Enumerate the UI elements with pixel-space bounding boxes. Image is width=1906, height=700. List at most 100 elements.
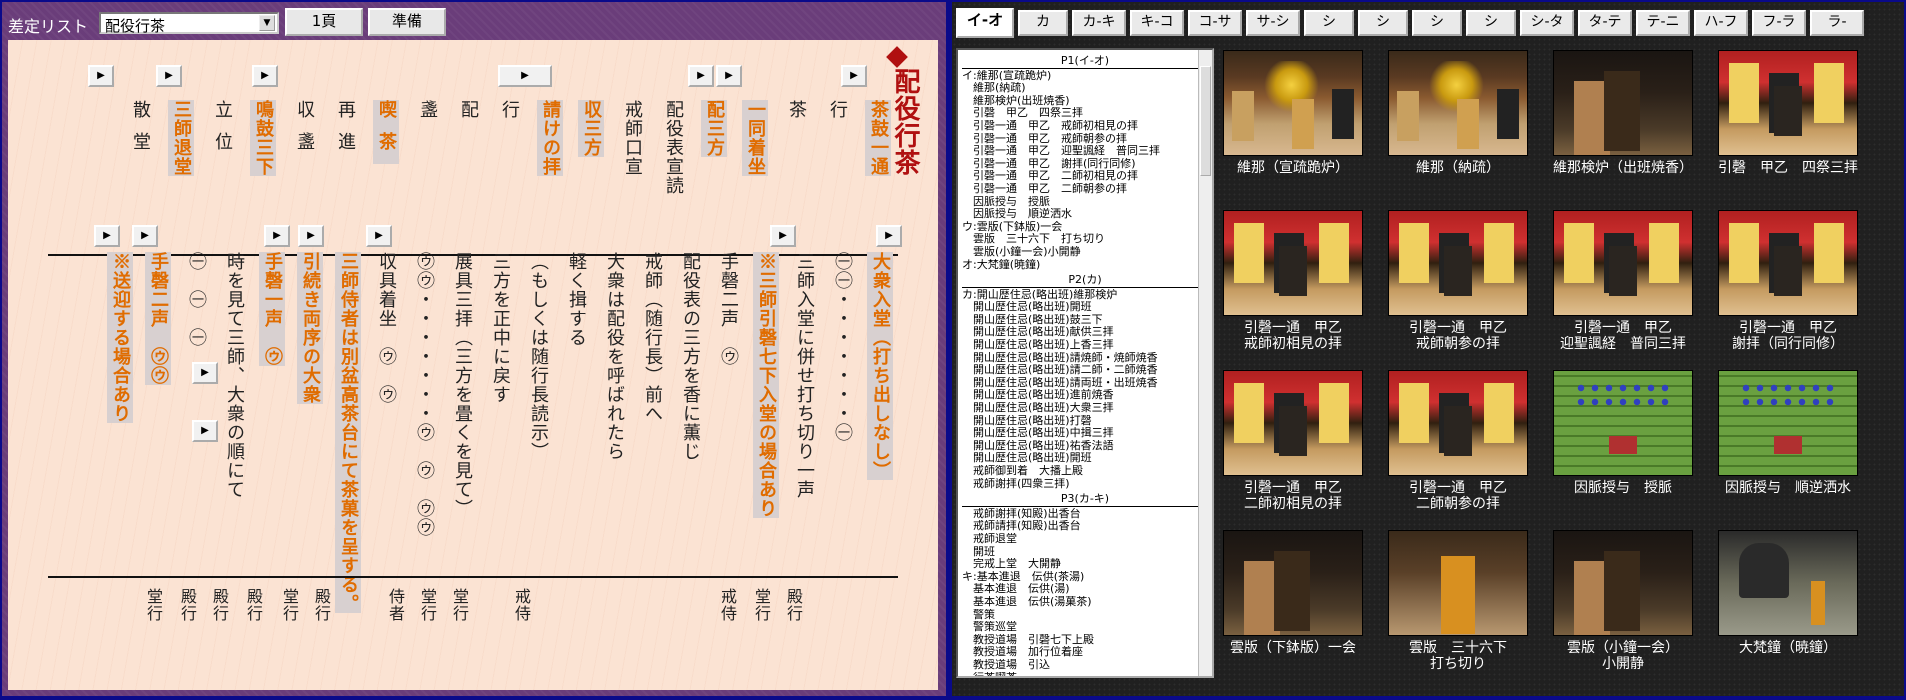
toc-item[interactable]: 開山歴住忌(略出班)請焼師・焼師焼香 bbox=[962, 352, 1208, 365]
toc-item[interactable]: 教授道場 引磬七下上殿 bbox=[962, 634, 1208, 647]
toc-item[interactable]: 警策 bbox=[962, 609, 1208, 622]
toc-item[interactable]: 開山歴住忌(略出班)進前焼香 bbox=[962, 389, 1208, 402]
video-thumbnail[interactable]: 引磬一通 甲乙 戒師初相見の拝 bbox=[1218, 210, 1368, 352]
tab-2[interactable]: カ bbox=[1018, 10, 1068, 36]
toc-item[interactable]: 戒師請拝(知殿)出香台 bbox=[962, 520, 1208, 533]
thumbnail-image[interactable] bbox=[1223, 50, 1363, 156]
toc-item[interactable]: 完戒上堂 大開静 bbox=[962, 558, 1208, 571]
play-button[interactable]: ▶ bbox=[688, 65, 714, 87]
toc-item[interactable]: 引磬一通 甲乙 迎聖諷経 普同三拝 bbox=[962, 145, 1208, 158]
thumbnail-image[interactable] bbox=[1718, 50, 1858, 156]
toc-item[interactable]: 警策巡堂 bbox=[962, 621, 1208, 634]
tab-7[interactable]: シ bbox=[1304, 10, 1354, 36]
play-button[interactable]: ▶ bbox=[770, 225, 796, 247]
play-button[interactable]: ▶ bbox=[88, 65, 114, 87]
play-button[interactable]: ▶ bbox=[716, 65, 742, 87]
toc-item[interactable]: 引磬一通 甲乙 戒師初相見の拝 bbox=[962, 120, 1208, 133]
toc-item[interactable]: 戒師謝拝(四衆三拝) bbox=[962, 478, 1208, 491]
tab-5[interactable]: コ-サ bbox=[1188, 10, 1242, 36]
chevron-down-icon[interactable]: ▼ bbox=[259, 15, 275, 31]
toc-item[interactable]: 戒師退堂 bbox=[962, 533, 1208, 546]
play-button[interactable]: ▶ bbox=[192, 362, 218, 384]
toc-item[interactable]: 因脈授与 授脈 bbox=[962, 196, 1208, 209]
play-button[interactable]: ▶ bbox=[156, 65, 182, 87]
tab-4[interactable]: キ-コ bbox=[1130, 10, 1184, 36]
play-button[interactable]: ▶ bbox=[498, 65, 552, 87]
video-thumbnail[interactable]: 引磬一通 甲乙 謝拝（同行同修） bbox=[1713, 210, 1863, 352]
page-button[interactable]: 1頁 bbox=[285, 8, 363, 36]
video-thumbnail[interactable]: 因脈授与 順逆洒水 bbox=[1713, 370, 1863, 496]
thumbnail-image[interactable] bbox=[1553, 210, 1693, 316]
tab-1[interactable]: イ-オ bbox=[956, 8, 1014, 38]
thumbnail-image[interactable] bbox=[1553, 50, 1693, 156]
tab-15[interactable]: フ-ラ bbox=[1752, 10, 1806, 36]
toc-item[interactable]: 開山歴住忌(略出班)開班 bbox=[962, 301, 1208, 314]
toc-item[interactable]: 教授道場 加行位着座 bbox=[962, 646, 1208, 659]
toc-item[interactable]: 開山歴住忌(略出班)祐香法語 bbox=[962, 440, 1208, 453]
video-thumbnail[interactable]: 雲版（下鉢版）一会 bbox=[1218, 530, 1368, 656]
play-button[interactable]: ▶ bbox=[366, 225, 392, 247]
tab-14[interactable]: ハ-フ bbox=[1694, 10, 1748, 36]
play-button[interactable]: ▶ bbox=[264, 225, 290, 247]
video-thumbnail[interactable]: 維那（納疏） bbox=[1383, 50, 1533, 176]
toc-item[interactable]: 基本進退 伝供(湯菓茶) bbox=[962, 596, 1208, 609]
thumbnail-image[interactable] bbox=[1553, 370, 1693, 476]
video-thumbnail[interactable]: 引磬一通 甲乙 二師初相見の拝 bbox=[1218, 370, 1368, 512]
thumbnail-image[interactable] bbox=[1388, 530, 1528, 636]
tab-3[interactable]: カ-キ bbox=[1072, 10, 1126, 36]
toc-item[interactable]: 因脈授与 順逆洒水 bbox=[962, 208, 1208, 221]
toc-item[interactable]: ウ:雲版(下鉢版)一会 bbox=[962, 221, 1208, 234]
toc-item[interactable]: 維那(納疏) bbox=[962, 82, 1208, 95]
toc-item[interactable]: 開山歴住忌(略出班)開班 bbox=[962, 452, 1208, 465]
toc-scrollbar[interactable] bbox=[1198, 50, 1212, 676]
play-button[interactable]: ▶ bbox=[132, 225, 158, 247]
toc-item[interactable]: 引磬一通 甲乙 謝拝(同行同修) bbox=[962, 158, 1208, 171]
thumbnail-image[interactable] bbox=[1718, 210, 1858, 316]
tab-12[interactable]: タ-テ bbox=[1578, 10, 1632, 36]
video-thumbnail[interactable]: 引磬一通 甲乙 戒師朝参の拝 bbox=[1383, 210, 1533, 352]
play-button[interactable]: ▶ bbox=[841, 65, 867, 87]
toc-item[interactable]: カ:開山歴住忌(略出班)維那検炉 bbox=[962, 289, 1208, 302]
play-button[interactable]: ▶ bbox=[252, 65, 278, 87]
toc-item[interactable]: 教授道場 引込 bbox=[962, 659, 1208, 672]
toc-item[interactable]: 雲版(小鐘一会)小開静 bbox=[962, 246, 1208, 259]
toc-item[interactable]: 開山歴住忌(略出班)献供三拝 bbox=[962, 326, 1208, 339]
toc-item[interactable]: オ:大梵鐘(暁鐘) bbox=[962, 259, 1208, 272]
video-thumbnail[interactable]: 引磬 甲乙 四祭三拝 bbox=[1713, 50, 1863, 176]
toc-item[interactable]: 戒師御到着 大播上殿 bbox=[962, 465, 1208, 478]
prep-button[interactable]: 準備 bbox=[368, 8, 446, 36]
video-thumbnail[interactable]: 引磬一通 甲乙 迎聖諷経 普同三拝 bbox=[1548, 210, 1698, 352]
video-thumbnail[interactable]: 引磬一通 甲乙 二師朝参の拝 bbox=[1383, 370, 1533, 512]
tab-6[interactable]: サ-シ bbox=[1246, 10, 1300, 36]
tab-13[interactable]: テ-ニ bbox=[1636, 10, 1690, 36]
play-button[interactable]: ▶ bbox=[298, 225, 324, 247]
toc-item[interactable]: 開山歴住忌(略出班)請二師・二師焼香 bbox=[962, 364, 1208, 377]
thumbnail-image[interactable] bbox=[1718, 530, 1858, 636]
toc-item[interactable]: 開山歴住忌(略出班)大衆三拝 bbox=[962, 402, 1208, 415]
video-thumbnail[interactable]: 雲版（小鐘一会） 小開静 bbox=[1548, 530, 1698, 672]
toc-item[interactable]: 引磬 甲乙 四祭三拝 bbox=[962, 107, 1208, 120]
thumbnail-image[interactable] bbox=[1388, 210, 1528, 316]
play-button[interactable]: ▶ bbox=[192, 420, 218, 442]
toc-item[interactable]: 雲版 三十六下 打ち切り bbox=[962, 233, 1208, 246]
thumbnail-image[interactable] bbox=[1553, 530, 1693, 636]
toc-item[interactable]: 基本進退 伝供(湯) bbox=[962, 583, 1208, 596]
toc-item[interactable]: キ:基本進退 伝供(茶湯) bbox=[962, 571, 1208, 584]
toc-item[interactable]: 引磬一通 甲乙 二師初相見の拝 bbox=[962, 170, 1208, 183]
tab-10[interactable]: シ bbox=[1466, 10, 1516, 36]
toc-item[interactable]: 戒師謝拝(知殿)出香台 bbox=[962, 508, 1208, 521]
toc-item[interactable]: 行茶喫茶 bbox=[962, 672, 1208, 677]
thumbnail-image[interactable] bbox=[1718, 370, 1858, 476]
toc-item[interactable]: 引磬一通 甲乙 戒師朝参の拝 bbox=[962, 133, 1208, 146]
toc-item[interactable]: 開山歴住忌(略出班)打磬 bbox=[962, 415, 1208, 428]
toc-item[interactable]: 維那検炉(出班焼香) bbox=[962, 95, 1208, 108]
toc-item[interactable]: 引磬一通 甲乙 二師朝参の拝 bbox=[962, 183, 1208, 196]
toc-item[interactable]: イ:維那(宣疏跪炉) bbox=[962, 70, 1208, 83]
thumbnail-image[interactable] bbox=[1388, 50, 1528, 156]
table-of-contents[interactable]: P1(イ-オ) イ:維那(宣疏跪炉) 維那(納疏) 維那検炉(出班焼香) 引磬 甲… bbox=[956, 48, 1214, 678]
ceremony-select[interactable]: 配役行茶 ▼ bbox=[99, 12, 279, 35]
toc-item[interactable]: 開山歴住忌(略出班)請両班・出班焼香 bbox=[962, 377, 1208, 390]
toc-item[interactable]: 開山歴住忌(略出班)上香三拝 bbox=[962, 339, 1208, 352]
video-thumbnail[interactable]: 大梵鐘（暁鐘） bbox=[1713, 530, 1863, 656]
toc-item[interactable]: 開山歴住忌(略出班)鼓三下 bbox=[962, 314, 1208, 327]
